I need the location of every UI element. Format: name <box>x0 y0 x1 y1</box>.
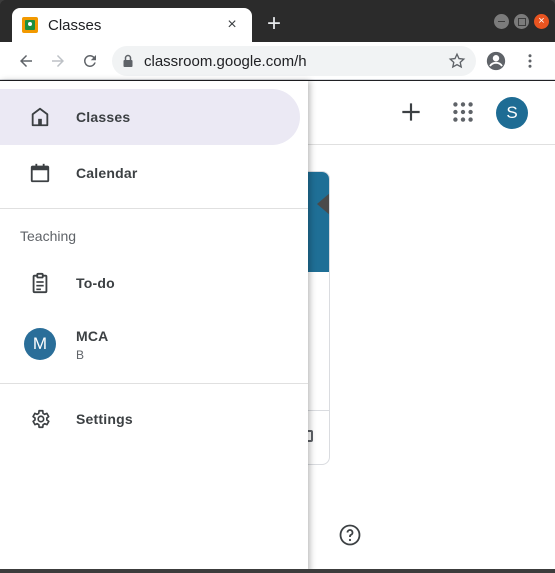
nav-item-label: Classes <box>76 109 131 125</box>
nav-item-classes[interactable]: Classes <box>0 89 300 145</box>
help-icon[interactable] <box>338 523 362 547</box>
class-section: B <box>76 348 85 362</box>
account-circle-icon <box>486 51 506 70</box>
classroom-favicon-icon <box>22 17 38 33</box>
window-minimize-button[interactable] <box>494 14 509 29</box>
browser-menu-button[interactable] <box>514 45 546 77</box>
google-apps-icon[interactable] <box>450 99 476 125</box>
profile-button[interactable] <box>480 45 512 77</box>
address-bar[interactable]: classroom.google.com/h <box>112 46 476 76</box>
lock-icon <box>123 54 133 67</box>
assignment-icon <box>28 271 52 295</box>
back-button[interactable] <box>10 45 42 77</box>
window-maximize-button[interactable] <box>514 14 529 29</box>
reload-icon <box>83 54 96 67</box>
forward-button[interactable] <box>42 45 74 77</box>
browser-window: Classes × + × classroom.google.com/h S C… <box>0 0 555 573</box>
calendar-icon <box>28 161 52 185</box>
nav-item-label: Settings <box>76 411 133 427</box>
nav-item-calendar[interactable]: Calendar <box>0 145 300 201</box>
drawer-divider <box>0 208 308 209</box>
teaching-section-heading: Teaching <box>20 228 77 244</box>
more-vert-icon <box>528 53 532 68</box>
nav-item-todo[interactable]: To-do <box>0 255 300 311</box>
url-text: classroom.google.com/h <box>144 52 307 70</box>
forward-arrow-icon <box>52 54 64 67</box>
window-close-button[interactable]: × <box>534 14 549 29</box>
class-name: MCA <box>76 328 109 344</box>
nav-item-settings[interactable]: Settings <box>0 391 300 447</box>
reload-button[interactable] <box>74 45 106 77</box>
new-tab-button[interactable]: + <box>262 12 286 38</box>
class-avatar: M <box>24 328 56 360</box>
browser-toolbar: classroom.google.com/h <box>0 42 555 80</box>
navigation-drawer: Classes Calendar Teaching To-do M MCA B <box>0 81 308 573</box>
nav-item-label: Calendar <box>76 165 138 181</box>
create-join-class-icon[interactable] <box>398 99 424 125</box>
tab-bar: Classes × + × <box>0 0 555 42</box>
tab-title: Classes <box>48 16 102 34</box>
nav-item-class-mca[interactable]: M MCA B <box>0 316 300 372</box>
drawer-divider <box>0 383 308 384</box>
settings-gear-icon <box>28 407 52 431</box>
back-arrow-icon <box>20 54 32 67</box>
window-bottom-border <box>0 569 555 573</box>
tab-close-icon[interactable]: × <box>222 16 242 34</box>
bookmark-star-icon[interactable] <box>448 52 466 70</box>
home-icon <box>28 105 52 129</box>
browser-tab[interactable]: Classes × <box>12 8 252 42</box>
nav-item-label: To-do <box>76 275 115 291</box>
account-avatar[interactable]: S <box>496 97 528 129</box>
